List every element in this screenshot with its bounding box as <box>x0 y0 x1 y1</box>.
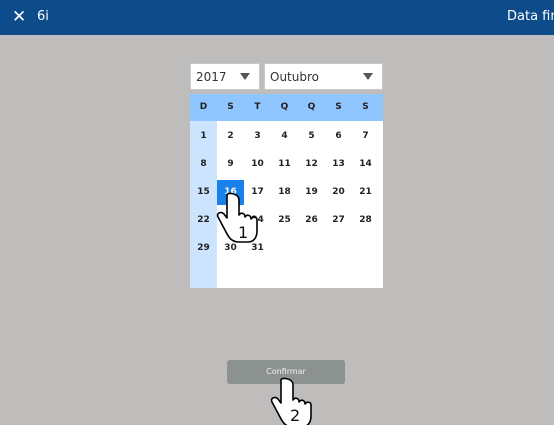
day-cell[interactable]: 5 <box>298 124 325 149</box>
weekday-label: S <box>335 102 342 112</box>
day-cell[interactable]: 11 <box>271 152 298 177</box>
close-icon[interactable]: ✕ <box>12 7 26 27</box>
day-cell[interactable]: 15 <box>190 180 217 205</box>
month-value: Outubro <box>270 70 319 84</box>
hand-pointer-icon: 2 <box>270 377 312 425</box>
day-cell[interactable]: 17 <box>244 180 271 205</box>
confirm-button[interactable]: Confirmar <box>227 360 345 384</box>
weekday-label: S <box>227 102 234 112</box>
day-cell[interactable]: 13 <box>325 152 352 177</box>
dropdown-arrow-icon[interactable] <box>363 73 373 80</box>
day-cell[interactable]: 2 <box>217 124 244 149</box>
day-cell[interactable]: 10 <box>244 152 271 177</box>
day-cell[interactable]: 1 <box>190 124 217 149</box>
day-cell[interactable]: 24 <box>244 208 271 233</box>
day-cell[interactable]: 30 <box>217 236 244 261</box>
day-cell[interactable]: 29 <box>190 236 217 261</box>
day-cell[interactable]: 4 <box>271 124 298 149</box>
day-cell-selected[interactable]: 16 <box>217 180 244 205</box>
day-cell[interactable]: 19 <box>298 180 325 205</box>
day-cell[interactable]: 7 <box>352 124 379 149</box>
step-2-label: 2 <box>290 406 300 425</box>
day-cell[interactable]: 12 <box>298 152 325 177</box>
weekday-label: Q <box>307 102 316 112</box>
weekday-label: Q <box>280 102 289 112</box>
day-cell[interactable]: 18 <box>271 180 298 205</box>
day-cell[interactable]: 6 <box>325 124 352 149</box>
weekday-label: D <box>199 102 208 112</box>
day-cell[interactable]: 8 <box>190 152 217 177</box>
day-cell[interactable]: 25 <box>271 208 298 233</box>
day-cell[interactable]: 23 <box>217 208 244 233</box>
day-cell[interactable]: 27 <box>325 208 352 233</box>
day-cell[interactable]: 28 <box>352 208 379 233</box>
day-cell[interactable]: 9 <box>217 152 244 177</box>
title-bar: ✕ 6i Data fina <box>0 0 554 35</box>
weekday-label: S <box>362 102 369 112</box>
document-number: 6i <box>37 9 49 24</box>
day-cell[interactable]: 31 <box>244 236 271 261</box>
weekday-label: T <box>254 102 261 112</box>
dropdown-arrow-icon[interactable] <box>240 73 250 80</box>
day-cell[interactable]: 3 <box>244 124 271 149</box>
year-select[interactable]: 2017 <box>190 63 260 90</box>
day-cell[interactable]: 22 <box>190 208 217 233</box>
calendar-grid: D S T Q Q S S 1 2 3 4 5 6 7 8 9 10 11 12 13 14 15 16 17 18 19 20 21… <box>190 94 383 288</box>
page-title: Data fina <box>507 9 554 24</box>
day-cell[interactable]: 14 <box>352 152 379 177</box>
day-cell[interactable]: 21 <box>352 180 379 205</box>
day-cell[interactable]: 26 <box>298 208 325 233</box>
month-select[interactable]: Outubro <box>264 63 383 90</box>
year-value: 2017 <box>196 70 227 84</box>
day-cell[interactable]: 20 <box>325 180 352 205</box>
